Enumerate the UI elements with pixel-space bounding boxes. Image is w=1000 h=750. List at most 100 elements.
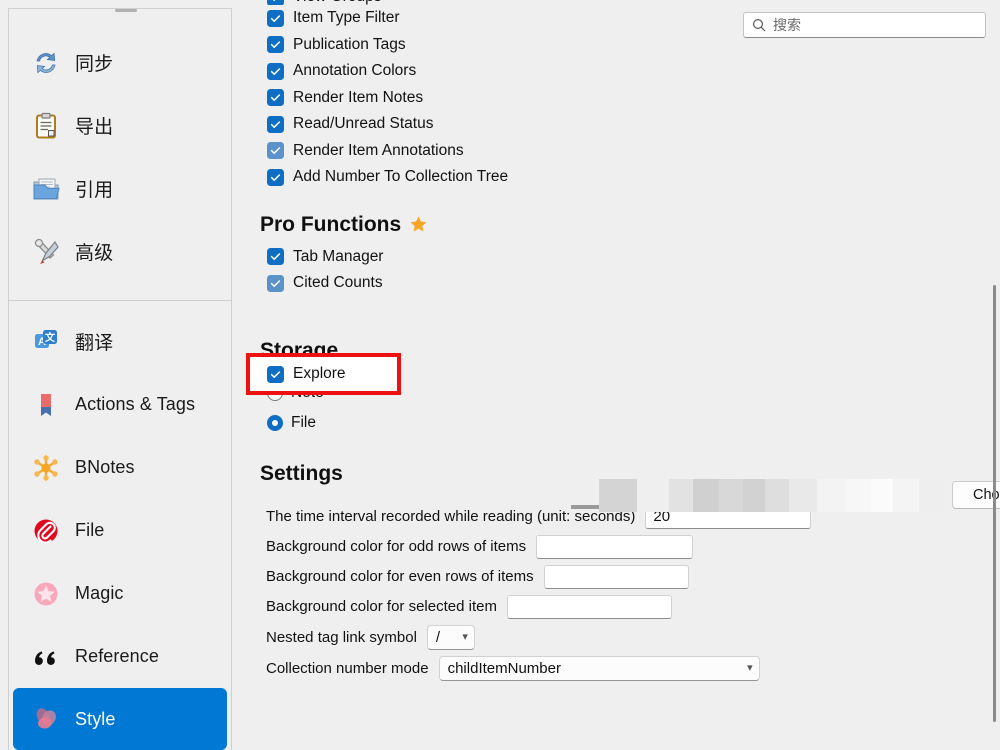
settings-title: Settings	[260, 462, 343, 486]
chevron-down-icon: ▾	[462, 632, 468, 643]
radio-file[interactable]	[267, 415, 283, 431]
setting-label: Nested tag link symbol	[266, 629, 417, 646]
checkbox-label: View Groups	[293, 0, 381, 5]
sidebar-item-bnotes[interactable]: BNotes	[13, 436, 227, 499]
checkbox-annotation-colors[interactable]	[267, 63, 284, 80]
odd-row-color-input[interactable]	[536, 535, 693, 559]
paperclip-icon	[31, 516, 61, 546]
checkbox-add-number-to-collection-tree[interactable]	[267, 169, 284, 186]
citation-folder-icon	[31, 174, 61, 204]
setting-row-collection-number-mode: Collection number mode childItemNumber ▾	[239, 655, 984, 683]
sidebar-item-file[interactable]: File	[13, 499, 227, 562]
even-row-color-input[interactable]	[544, 565, 689, 589]
quote-icon	[31, 642, 61, 672]
svg-text:文: 文	[45, 331, 56, 344]
storage-path-input[interactable]	[571, 479, 943, 512]
checkbox-row-item-type-filter[interactable]: Item Type Filter	[239, 5, 984, 32]
checkbox-row-explore[interactable]: Explore	[246, 353, 401, 395]
checkbox-row-annotation-colors[interactable]: Annotation Colors	[239, 58, 984, 85]
setting-label: Background color for odd rows of items	[266, 538, 526, 555]
sidebar-item-label: 翻译	[75, 328, 113, 355]
section-heading-pro-functions: Pro Functions	[239, 213, 984, 237]
settings-rows: The time interval recorded while reading…	[239, 503, 984, 683]
checkbox-row-add-number-to-collection-tree[interactable]: Add Number To Collection Tree	[239, 164, 984, 191]
selected-item-color-input[interactable]	[507, 595, 672, 619]
checkbox-row-cited-counts[interactable]: Cited Counts	[239, 270, 984, 297]
checkbox-label: Annotation Colors	[293, 62, 416, 80]
settings-window: 同步 导出	[0, 0, 1000, 750]
setting-row-even-row-color: Background color for even rows of items	[239, 563, 984, 591]
sidebar-item-sync[interactable]: 同步	[13, 31, 227, 94]
setting-label: Collection number mode	[266, 660, 429, 677]
setting-label: Background color for selected item	[266, 598, 497, 615]
collection-number-mode-value: childItemNumber	[448, 660, 561, 677]
sidebar-item-advanced[interactable]: 高级	[13, 220, 227, 283]
checkbox-label: Item Type Filter	[293, 9, 400, 27]
sidebar-item-citation[interactable]: 引用	[13, 157, 227, 220]
sidebar-item-reference[interactable]: Reference	[13, 625, 227, 688]
checkbox-row-render-item-notes[interactable]: Render Item Notes	[239, 85, 984, 112]
translate-icon: A 文	[31, 327, 61, 357]
checkbox-read-unread-status[interactable]	[267, 116, 284, 133]
main-scrollbar[interactable]	[993, 285, 996, 722]
sidebar-item-label: Reference	[75, 646, 159, 667]
checkbox-publication-tags[interactable]	[267, 36, 284, 53]
checkbox-label: Explore	[293, 365, 346, 383]
main-panel: 搜索 View Groups Item Type Filter	[239, 0, 1000, 750]
network-nodes-icon	[31, 453, 61, 483]
checkbox-label: Render Item Notes	[293, 89, 423, 107]
radio-label: File	[291, 414, 316, 432]
sidebar-item-magic[interactable]: Magic	[13, 562, 227, 625]
checkbox-label: Read/Unread Status	[293, 115, 433, 133]
setting-row-odd-row-color: Background color for odd rows of items	[239, 533, 984, 561]
sidebar-item-label: Magic	[75, 583, 124, 604]
sidebar-item-label: 同步	[75, 49, 113, 76]
checkbox-row-publication-tags[interactable]: Publication Tags	[239, 32, 984, 59]
export-clipboard-icon	[31, 111, 61, 141]
sidebar-item-label: Style	[75, 709, 116, 730]
star-icon	[409, 215, 428, 234]
advanced-tools-icon	[31, 237, 61, 267]
setting-row-nested-tag-symbol: Nested tag link symbol / ▾	[239, 624, 984, 652]
sidebar-item-actions-tags[interactable]: Actions & Tags	[13, 373, 227, 436]
sidebar-item-label: File	[75, 520, 104, 541]
checkbox-view-groups[interactable]	[267, 0, 284, 5]
collection-number-mode-select[interactable]: childItemNumber ▾	[439, 656, 760, 681]
style-petals-icon	[31, 704, 61, 734]
sidebar-item-label: 高级	[75, 238, 113, 265]
magic-star-icon	[31, 579, 61, 609]
checkbox-item-type-filter[interactable]	[267, 10, 284, 27]
sync-icon	[31, 48, 61, 78]
checkbox-label: Render Item Annotations	[293, 142, 464, 160]
checkbox-row-read-unread-status[interactable]: Read/Unread Status	[239, 111, 984, 138]
sidebar-item-export[interactable]: 导出	[13, 94, 227, 157]
sidebar: 同步 导出	[8, 8, 232, 750]
checkbox-row-tab-manager[interactable]: Tab Manager	[239, 244, 984, 271]
settings-content: View Groups Item Type Filter Publication…	[239, 0, 984, 683]
sidebar-item-label: 导出	[75, 112, 113, 139]
checkbox-render-item-annotations[interactable]	[267, 142, 284, 159]
checkbox-cited-counts[interactable]	[267, 275, 284, 292]
pro-functions-title: Pro Functions	[260, 213, 401, 237]
explore-row-spacer	[239, 297, 984, 332]
checkbox-row-render-item-annotations[interactable]: Render Item Annotations	[239, 138, 984, 165]
checkbox-explore[interactable]	[267, 366, 284, 383]
checkbox-tab-manager[interactable]	[267, 248, 284, 265]
sidebar-item-translate[interactable]: A 文 翻译	[13, 310, 227, 373]
checkbox-render-item-notes[interactable]	[267, 89, 284, 106]
setting-label: Background color for even rows of items	[266, 568, 534, 585]
checkbox-label: Add Number To Collection Tree	[293, 168, 508, 186]
checkbox-label: Tab Manager	[293, 248, 383, 266]
radio-row-file[interactable]: File	[239, 408, 984, 438]
nested-tag-symbol-value: /	[436, 629, 440, 646]
sidebar-item-label: Actions & Tags	[75, 394, 195, 415]
view-options-list: View Groups Item Type Filter Publication…	[239, 0, 984, 191]
sidebar-item-style[interactable]: Style	[13, 688, 227, 750]
setting-row-selected-item-color: Background color for selected item	[239, 593, 984, 621]
sidebar-item-label: 引用	[75, 175, 113, 202]
checkbox-label: Cited Counts	[293, 274, 383, 292]
pro-functions-list: Tab Manager Cited Counts	[239, 244, 984, 332]
sidebar-scroll-indicator[interactable]	[115, 9, 137, 12]
nested-tag-symbol-select[interactable]: / ▾	[427, 625, 475, 650]
checkbox-label: Publication Tags	[293, 36, 406, 54]
